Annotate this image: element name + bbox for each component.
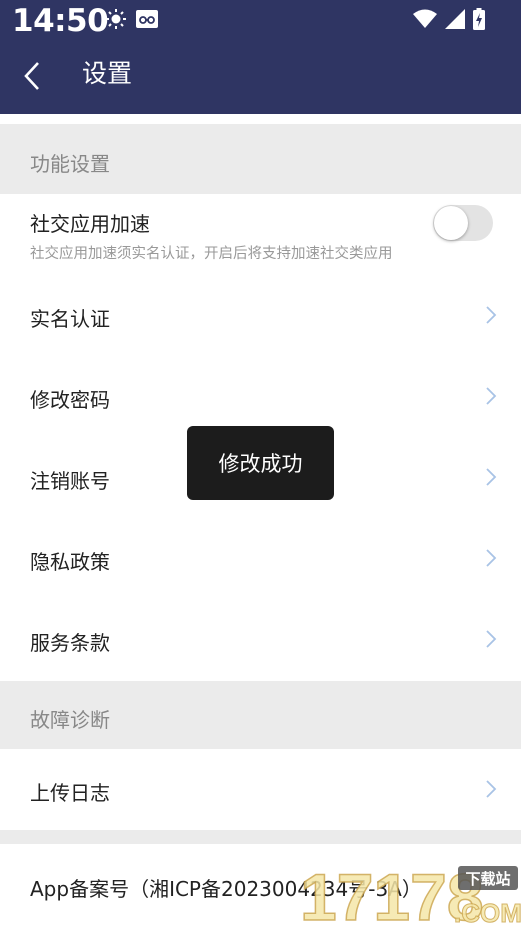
wifi-icon (413, 9, 437, 33)
social-speedup-label: 社交应用加速 (30, 212, 150, 236)
brightness-icon (106, 9, 126, 33)
watermark-suffix: .COM (454, 898, 521, 926)
menu-item-terms[interactable]: 服务条款 (0, 599, 521, 679)
menu-item-label: 上传日志 (30, 781, 110, 805)
menu-item-label: 服务条款 (30, 631, 110, 655)
section-header-function: 功能设置 (0, 124, 521, 194)
menu-item-change-password[interactable]: 修改密码 (0, 356, 521, 436)
toast-message: 修改成功 (187, 426, 334, 500)
toggle-knob (434, 206, 468, 240)
social-speedup-toggle[interactable] (433, 205, 493, 241)
back-chevron-icon (24, 62, 39, 90)
section-title-diagnostics: 故障诊断 (30, 708, 110, 732)
chevron-right-icon (486, 468, 497, 486)
menu-item-real-name[interactable]: 实名认证 (0, 275, 521, 355)
status-bar: 14:50 (0, 0, 521, 46)
chevron-right-icon (486, 306, 497, 324)
chevron-right-icon (486, 549, 497, 567)
menu-item-label: 实名认证 (30, 307, 110, 331)
signal-icon (445, 9, 465, 33)
battery-charging-icon (473, 8, 485, 34)
watermark-17178-icon: 17178 下载站 .COM (299, 859, 521, 930)
status-time: 14:50 (12, 3, 109, 39)
app-bar: 设置 (0, 46, 521, 114)
menu-item-upload-logs[interactable]: 上传日志 (0, 749, 521, 829)
section-title-function: 功能设置 (30, 152, 110, 176)
status-icons-right (413, 8, 485, 34)
menu-item-label: 隐私政策 (30, 550, 110, 574)
glasses-icon (136, 10, 158, 32)
top-spacer (0, 114, 521, 124)
menu-item-privacy-policy[interactable]: 隐私政策 (0, 518, 521, 598)
menu-item-label: 注销账号 (30, 469, 110, 493)
social-speedup-description: 社交应用加速须实名认证，开启后将支持加速社交类应用 (30, 246, 393, 262)
section-header-diagnostics: 故障诊断 (0, 681, 521, 749)
watermark-logo: 17178 下载站 .COM (298, 859, 521, 930)
chevron-right-icon (486, 630, 497, 648)
chevron-right-icon (486, 387, 497, 405)
chevron-right-icon (486, 780, 497, 798)
status-icons-left (106, 9, 158, 33)
divider (0, 830, 521, 844)
back-button[interactable] (14, 58, 50, 94)
watermark-badge: 下载站 (465, 870, 510, 888)
menu-item-label: 修改密码 (30, 388, 110, 412)
page-title: 设置 (82, 59, 133, 88)
